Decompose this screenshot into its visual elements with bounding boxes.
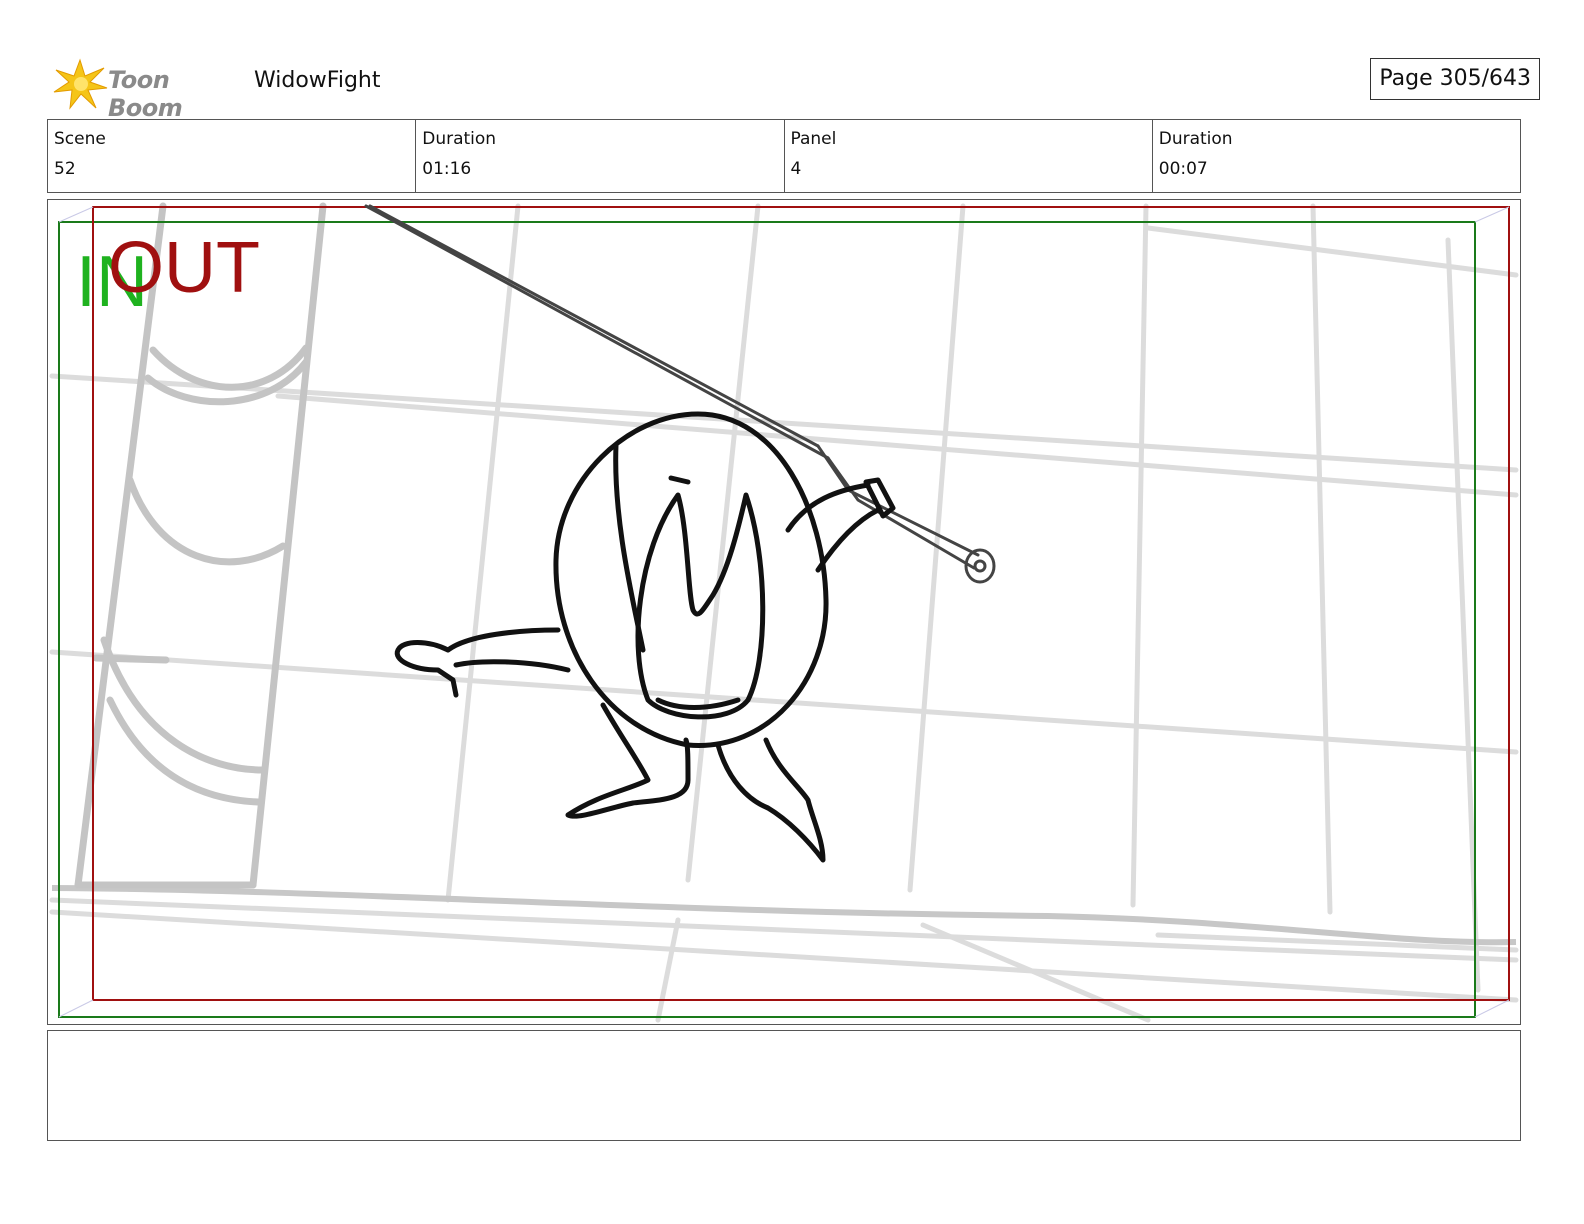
toon-boom-logo: Toon Boom xyxy=(52,58,242,122)
panel-duration-cell: Duration 00:07 xyxy=(1153,120,1520,192)
background-grid xyxy=(49,203,1519,1023)
scene-cell: Scene 52 xyxy=(48,120,417,192)
brand-name: Toon Boom xyxy=(108,66,183,122)
scene-duration-value: 01:16 xyxy=(422,159,472,179)
scene-duration-cell: Duration 01:16 xyxy=(416,120,785,192)
page-header: Toon Boom WidowFight Page 305/643 xyxy=(48,54,1540,122)
out-marker: OUT xyxy=(108,228,260,308)
page-counter: Page 305/643 xyxy=(1370,58,1540,100)
info-table: Scene 52 Duration 01:16 Panel 4 Duration… xyxy=(47,119,1521,193)
scene-duration-label: Duration xyxy=(422,129,497,149)
project-title: WidowFight xyxy=(254,68,381,93)
panel-value: 4 xyxy=(790,159,802,179)
scene-value: 52 xyxy=(54,159,76,179)
panel-duration-label: Duration xyxy=(1158,129,1233,149)
scene-label: Scene xyxy=(54,129,106,149)
toon-boom-burst-icon xyxy=(53,58,108,110)
spear-sketch xyxy=(364,204,996,584)
panel-sketch xyxy=(49,202,1519,1023)
panel-label: Panel xyxy=(790,129,837,149)
panel-duration-value: 00:07 xyxy=(1158,159,1208,179)
panel-cell: Panel 4 xyxy=(785,120,1153,192)
panel-notes xyxy=(47,1030,1521,1141)
character-sketch xyxy=(394,411,896,863)
storyboard-panel: IN OUT xyxy=(47,199,1521,1025)
